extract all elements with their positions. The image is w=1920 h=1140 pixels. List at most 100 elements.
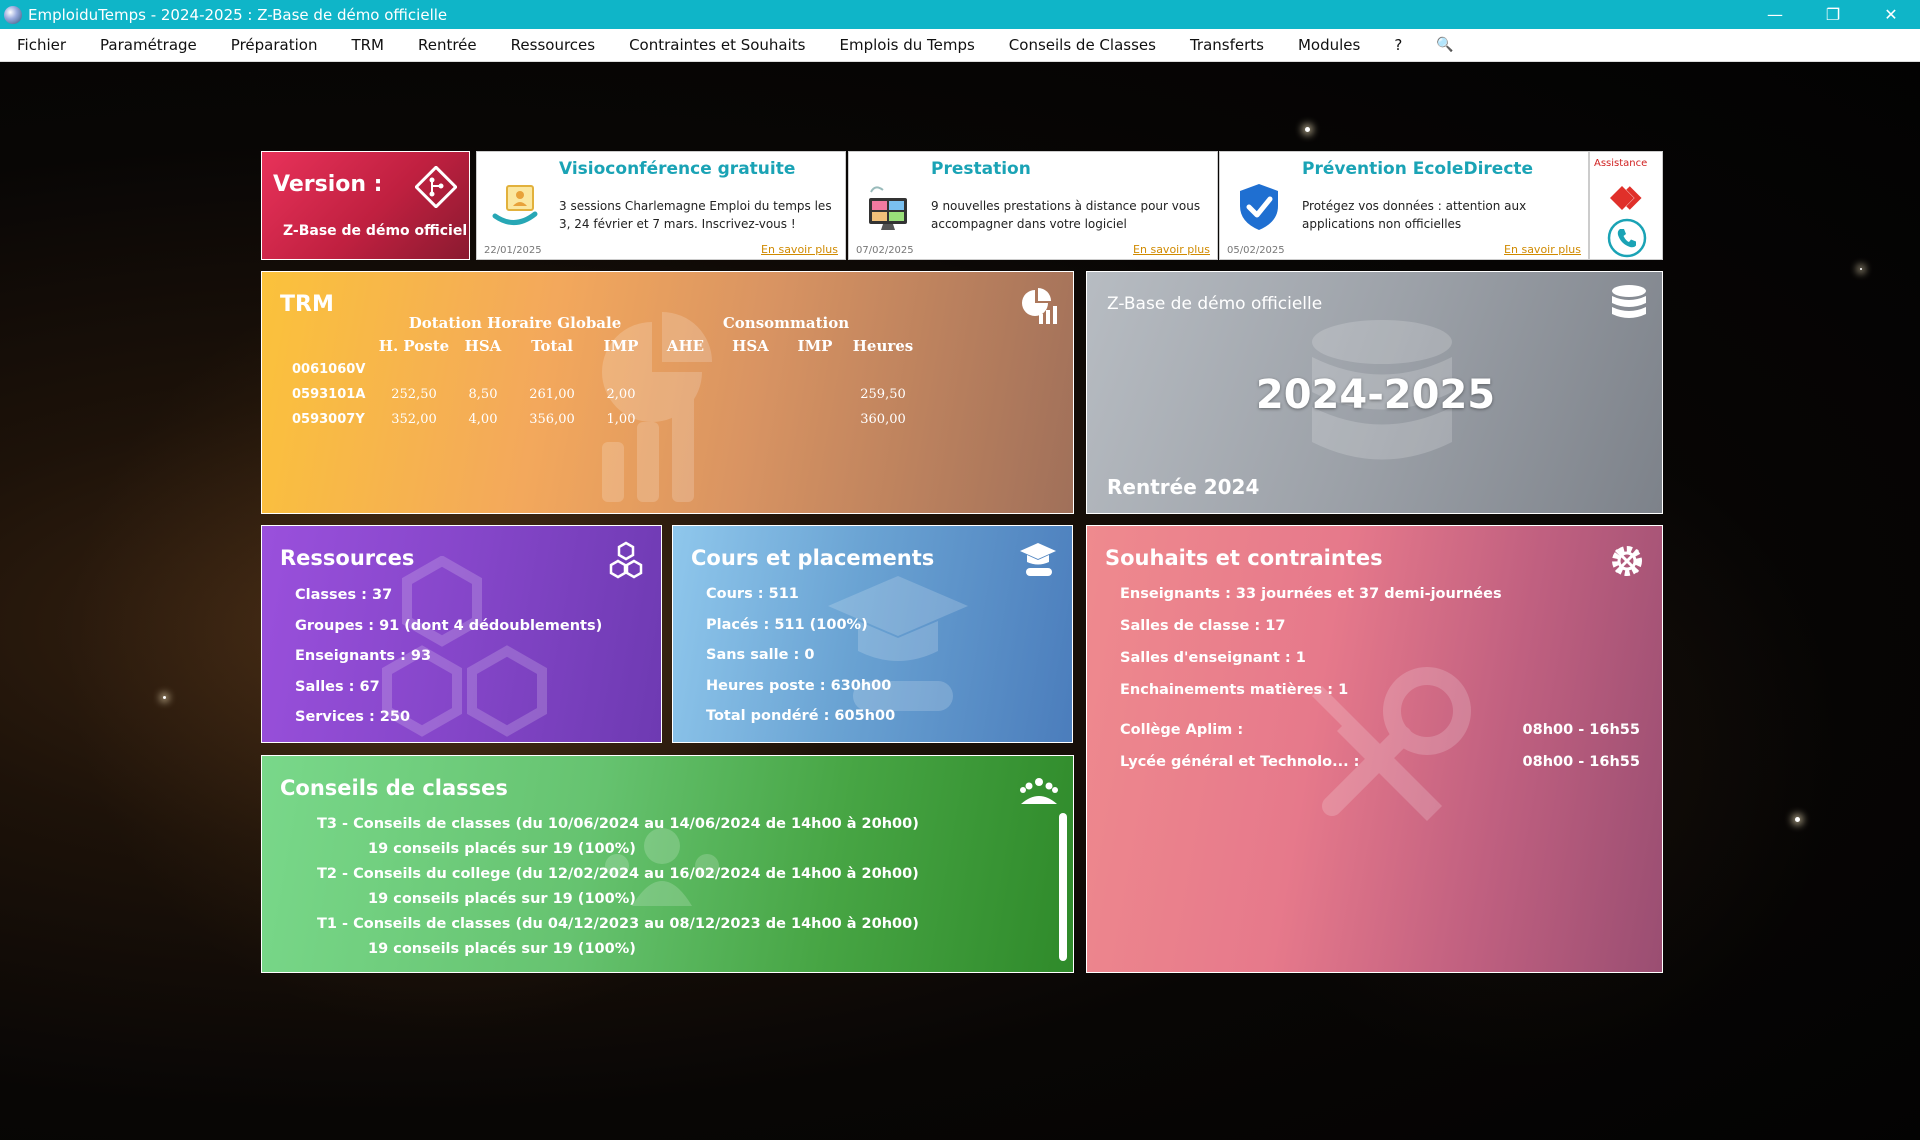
table-row: 0593101A 252,50 8,50 261,00 2,00 259,50	[292, 382, 919, 407]
menu-modules[interactable]: Modules	[1281, 29, 1377, 62]
column-header: AHE	[666, 336, 705, 355]
gear-tools-icon	[1612, 546, 1642, 576]
table-cell: 360,00	[860, 412, 906, 427]
background-star	[1305, 127, 1310, 132]
stat-places: Placés : 511 (100%)	[706, 616, 868, 633]
conseil-period: T3 - Conseils de classes (du 10/06/2024 …	[317, 816, 919, 832]
version-selected: Z-Base de démo officiel	[283, 223, 468, 239]
schedule-name: Lycée général et Technolo... :	[1120, 754, 1360, 770]
trm-table: Dotation Horaire Globale Consommation H.…	[292, 311, 919, 432]
conseils-scrollbar[interactable]	[1059, 813, 1067, 961]
news-date: 05/02/2025	[1227, 245, 1285, 256]
conseil-period: T2 - Conseils du college (du 12/02/2024 …	[317, 866, 919, 882]
stat-heures-poste: Heures poste : 630h00	[706, 677, 892, 694]
news-text: 9 nouvelles prestations à distance pour …	[931, 199, 1201, 231]
conseils-panel[interactable]: Conseils de classes T3 - Conseils de cla…	[261, 755, 1074, 973]
table-cell	[515, 357, 589, 382]
stat-cours: Cours : 511	[706, 586, 799, 602]
stat-total-pondere: Total pondéré : 605h00	[706, 708, 896, 724]
news-more-link[interactable]: En savoir plus	[761, 243, 838, 256]
school-code: 0061060V	[292, 362, 366, 377]
table-cell: 356,00	[529, 412, 575, 427]
menu-emplois-du-temps[interactable]: Emplois du Temps	[823, 29, 992, 62]
hexagons-icon	[609, 541, 643, 579]
version-card: Version : Z-Base de démo officiel ▾	[261, 151, 470, 260]
ressources-panel[interactable]: Ressources Classes : 37 Groupes : 91 (do…	[261, 525, 662, 743]
table-cell	[718, 407, 783, 432]
news-more-link[interactable]: En savoir plus	[1504, 243, 1581, 256]
table-cell: 4,00	[468, 412, 498, 427]
menu-preparation[interactable]: Préparation	[214, 29, 335, 62]
video-conference-icon	[492, 185, 538, 225]
trm-group-header: Dotation Horaire Globale Consommation	[292, 311, 919, 334]
stat-enseignants-souhaits: Enseignants : 33 journées et 37 demi-jou…	[1120, 586, 1502, 602]
school-code: 0593007Y	[292, 412, 365, 427]
menu-help[interactable]: ?	[1377, 29, 1419, 62]
database-title: Z-Base de démo officielle	[1107, 294, 1323, 314]
menu-contraintes-souhaits[interactable]: Contraintes et Souhaits	[612, 29, 822, 62]
conseil-count: 19 conseils placés sur 19 (100%)	[368, 841, 636, 857]
stat-groupes: Groupes : 91 (dont 4 dédoublements)	[295, 617, 603, 634]
souhaits-title: Souhaits et contraintes	[1105, 546, 1383, 570]
table-row: 0593007Y 352,00 4,00 356,00 1,00 360,00	[292, 407, 919, 432]
menu-parametrage[interactable]: Paramétrage	[83, 29, 214, 62]
trm-group-dhg: Dotation Horaire Globale	[408, 313, 622, 332]
table-cell	[589, 357, 653, 382]
database-icon	[1612, 285, 1646, 318]
cours-panel[interactable]: Cours et placements Cours : 511 Placés :…	[672, 525, 1073, 743]
trm-group-consommation: Consommation	[722, 313, 850, 332]
souhaits-list: Enseignants : 33 journées et 37 demi-jou…	[1120, 578, 1640, 778]
menu-transferts[interactable]: Transferts	[1173, 29, 1281, 62]
menu-ressources[interactable]: Ressources	[494, 29, 612, 62]
schedule-name: Collège Aplim :	[1120, 722, 1244, 738]
version-label: Version :	[273, 172, 383, 197]
database-panel[interactable]: Z-Base de démo officielle 2024-2025 Rent…	[1086, 271, 1663, 514]
table-cell	[653, 357, 718, 382]
column-header: H. Poste	[378, 336, 450, 355]
column-header: IMP	[797, 336, 833, 355]
table-cell	[783, 407, 847, 432]
news-card-visio[interactable]: Visioconférence gratuite 3 sessions Char…	[476, 151, 846, 260]
table-cell: 352,00	[391, 412, 437, 427]
app-globe-icon	[4, 5, 22, 24]
news-more-link[interactable]: En savoir plus	[1133, 243, 1210, 256]
conseil-count: 19 conseils placés sur 19 (100%)	[368, 941, 636, 957]
table-cell: 1,00	[606, 412, 636, 427]
search-icon[interactable]: 🔍	[1419, 37, 1470, 53]
assistance-label: Assistance	[1594, 158, 1648, 169]
stat-enchainements: Enchainements matières : 1	[1120, 682, 1349, 698]
window-title: EmploiduTemps - 2024-2025 : Z-Base de dé…	[28, 5, 448, 24]
news-date: 22/01/2025	[484, 245, 542, 256]
menu-fichier[interactable]: Fichier	[0, 29, 83, 62]
stat-enseignants: Enseignants : 93	[295, 648, 432, 664]
column-header: IMP	[603, 336, 639, 355]
menu-conseils-de-classes[interactable]: Conseils de Classes	[992, 29, 1173, 62]
stat-salles-classe: Salles de classe : 17	[1120, 618, 1286, 634]
people-group-icon	[1020, 778, 1058, 804]
stat-salles: Salles : 67	[295, 678, 380, 695]
news-text: Protégez vos données : attention aux app…	[1302, 199, 1527, 231]
minimize-button[interactable]: —	[1746, 0, 1804, 29]
version-dropdown[interactable]: Z-Base de démo officiel ▾	[283, 223, 469, 239]
table-cell	[451, 357, 515, 382]
table-cell	[653, 407, 718, 432]
anydesk-icon[interactable]	[1606, 180, 1650, 216]
table-cell	[718, 357, 783, 382]
schedule-row: Lycée général et Technolo... : 08h00 - 1…	[1120, 746, 1640, 778]
ressources-title: Ressources	[280, 546, 415, 570]
phone-icon[interactable]	[1607, 218, 1647, 258]
background-star	[1795, 817, 1800, 822]
column-header: Total	[531, 336, 573, 355]
news-card-prevention[interactable]: Prévention EcoleDirecte Protégez vos don…	[1219, 151, 1589, 260]
table-cell	[653, 382, 718, 407]
menu-rentree[interactable]: Rentrée	[401, 29, 494, 62]
git-branch-icon	[415, 166, 457, 208]
trm-panel[interactable]: TRM Dotation Horaire Globale Consommatio…	[261, 271, 1074, 514]
close-button[interactable]: ✕	[1862, 0, 1920, 29]
menu-bar: Fichier Paramétrage Préparation TRM Rent…	[0, 29, 1920, 62]
souhaits-panel[interactable]: Souhaits et contraintes Enseignants : 33…	[1086, 525, 1663, 973]
restore-button[interactable]: ❐	[1804, 0, 1862, 29]
menu-trm[interactable]: TRM	[334, 29, 401, 62]
table-row: 0061060V	[292, 357, 919, 382]
news-card-prestation[interactable]: Prestation 9 nouvelles prestations à dis…	[848, 151, 1218, 260]
